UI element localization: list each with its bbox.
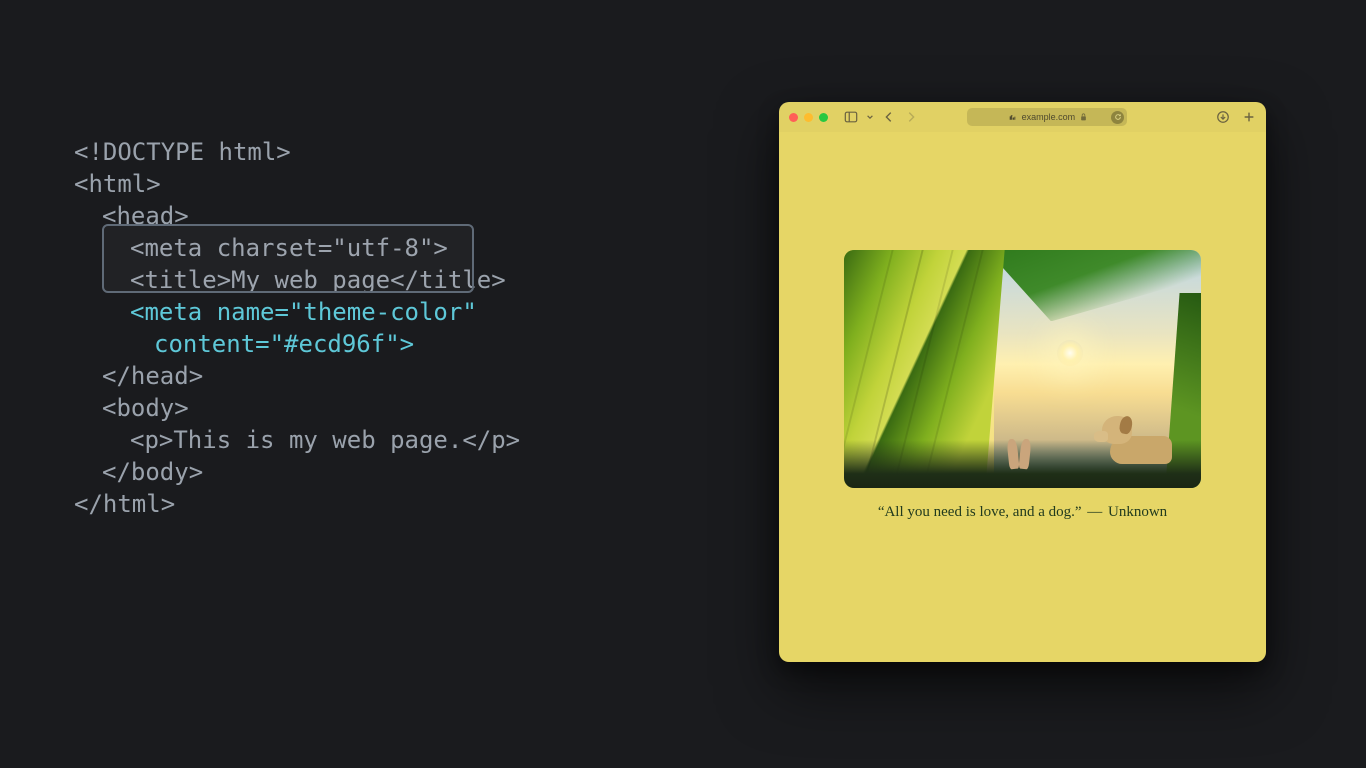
code-line: <body>	[74, 392, 189, 424]
html-code-block: <!DOCTYPE html> <html> <head> <meta char…	[74, 72, 520, 520]
code-line: </body>	[74, 456, 203, 488]
dog-illustration	[1102, 408, 1172, 464]
lock-icon	[1080, 113, 1087, 121]
code-line: <html>	[74, 170, 161, 198]
code-line-highlighted: <meta name="theme-color"	[74, 296, 477, 328]
caption-attribution: Unknown	[1108, 504, 1167, 520]
close-window-button[interactable]	[789, 113, 798, 122]
caption-quote: “All you need is love, and a dog.”	[878, 504, 1082, 520]
sidebar-toggle-icon[interactable]	[844, 110, 858, 124]
code-line: <meta charset="utf-8">	[74, 232, 448, 264]
code-line: </head>	[74, 360, 203, 392]
safari-browser-window: example.com	[779, 102, 1266, 662]
caption-separator: —	[1087, 504, 1102, 520]
back-button[interactable]	[882, 110, 896, 124]
hero-photo	[844, 250, 1201, 488]
site-favicon-icon	[1008, 113, 1017, 122]
code-line: <p>This is my web page.</p>	[74, 424, 520, 456]
code-line: <title>My web page</title>	[74, 264, 506, 296]
forward-button[interactable]	[904, 110, 918, 124]
browser-titlebar: example.com	[779, 102, 1266, 132]
new-tab-button[interactable]	[1242, 110, 1256, 124]
maximize-window-button[interactable]	[819, 113, 828, 122]
code-line-highlighted: content="#ecd96f">	[74, 328, 414, 360]
code-line: <head>	[74, 200, 189, 232]
window-controls	[789, 113, 828, 122]
code-line: </html>	[74, 490, 175, 518]
photo-caption: “All you need is love, and a dog.” — Unk…	[878, 504, 1167, 521]
reload-button[interactable]	[1111, 111, 1124, 124]
chevron-down-icon[interactable]	[866, 110, 874, 124]
address-bar-url: example.com	[1022, 112, 1076, 122]
downloads-icon[interactable]	[1216, 110, 1230, 124]
minimize-window-button[interactable]	[804, 113, 813, 122]
code-line: <!DOCTYPE html>	[74, 138, 291, 166]
address-bar[interactable]: example.com	[967, 108, 1127, 126]
page-content: “All you need is love, and a dog.” — Unk…	[779, 132, 1266, 521]
